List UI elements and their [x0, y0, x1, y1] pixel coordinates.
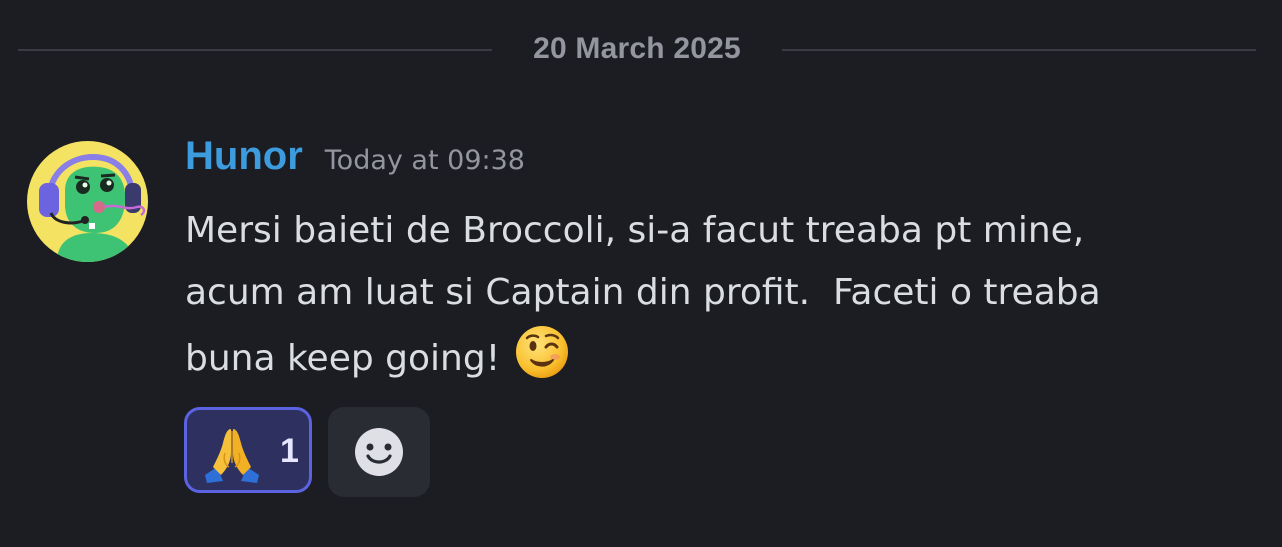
reaction-folded-hands[interactable]: 1 — [184, 407, 312, 493]
reaction-count: 1 — [280, 432, 299, 470]
message-timestamp: Today at 09:38 — [324, 145, 525, 176]
avatar[interactable] — [27, 141, 148, 262]
username[interactable]: Hunor — [185, 134, 303, 178]
add-reaction-button[interactable] — [328, 407, 430, 497]
message-line-text: buna keep going! — [185, 338, 501, 379]
divider-line-right — [782, 49, 1256, 51]
message-content: Mersi baieti de Broccoli, si-a facut tre… — [185, 200, 1245, 390]
date-divider: 20 March 2025 — [18, 24, 1256, 76]
message-line: Mersi baieti de Broccoli, si-a facut tre… — [185, 210, 1085, 251]
smiling-face-add-reaction-icon — [355, 428, 403, 476]
avatar-image — [27, 141, 148, 262]
message-header: Hunor Today at 09:38 — [185, 134, 525, 190]
winking-face-icon — [516, 326, 569, 378]
message-line: buna keep going! — [185, 324, 1245, 390]
folded-hands-icon — [205, 429, 259, 483]
message-line: acum am luat si Captain din profit. Face… — [185, 272, 1101, 313]
